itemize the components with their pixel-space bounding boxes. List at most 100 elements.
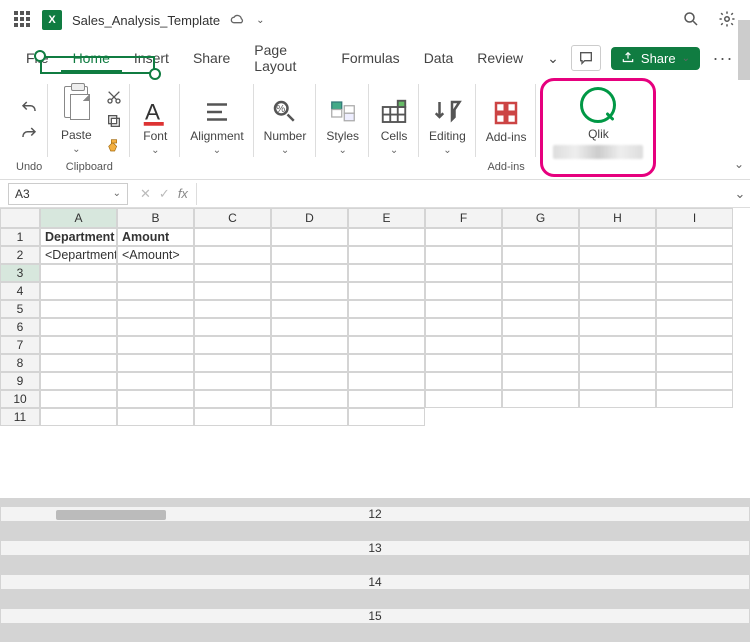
horizontal-scrollbar[interactable] [56,509,734,521]
cell[interactable] [40,318,117,336]
col-header-F[interactable]: F [425,208,502,228]
cell[interactable] [656,282,733,300]
cell[interactable] [271,246,348,264]
editing-dropdown[interactable]: Editing ⌄ [425,95,470,158]
format-painter-button[interactable] [104,135,124,155]
menu-data[interactable]: Data [412,44,466,72]
cell[interactable] [579,354,656,372]
formula-expand-button[interactable]: ⌄ [730,186,750,202]
cell[interactable] [271,300,348,318]
qlik-addin-highlight[interactable]: Qlik [540,78,656,177]
cell[interactable] [348,264,425,282]
cell[interactable] [502,318,579,336]
cell[interactable] [271,282,348,300]
cell[interactable] [656,354,733,372]
row-header-4[interactable]: 4 [0,282,40,300]
cell[interactable] [425,390,502,408]
col-header-H[interactable]: H [579,208,656,228]
number-dropdown[interactable]: % Number ⌄ [260,95,311,158]
cell[interactable] [194,246,271,264]
cell[interactable] [348,228,425,246]
cell-A1[interactable]: Department [40,228,117,246]
row-header-2[interactable]: 2 [0,246,40,264]
saved-cloud-icon[interactable] [230,12,246,28]
cell[interactable] [194,390,271,408]
select-all-corner[interactable] [0,208,40,228]
cell[interactable] [117,336,194,354]
cell[interactable] [425,336,502,354]
cell[interactable] [271,408,348,426]
col-header-G[interactable]: G [502,208,579,228]
cell[interactable] [194,264,271,282]
cell[interactable] [425,372,502,390]
cell[interactable] [425,300,502,318]
cell[interactable] [194,282,271,300]
cell[interactable] [425,246,502,264]
cell[interactable] [579,318,656,336]
cell[interactable] [656,264,733,282]
cell[interactable] [348,408,425,426]
menu-home[interactable]: Home [61,44,122,72]
cell[interactable] [579,264,656,282]
cell[interactable] [425,354,502,372]
cell-B1[interactable]: Amount [117,228,194,246]
cell[interactable] [40,336,117,354]
col-header-B[interactable]: B [117,208,194,228]
row-header-13[interactable]: 13 [0,540,750,556]
cells-dropdown[interactable]: Cells ⌄ [375,95,413,158]
cell[interactable] [194,300,271,318]
cell[interactable] [502,390,579,408]
row-header-14[interactable]: 14 [0,574,750,590]
cell[interactable] [271,372,348,390]
row-header-15[interactable]: 15 [0,608,750,624]
cell[interactable] [656,390,733,408]
share-button[interactable]: Share ⌄ [611,47,700,70]
name-box[interactable]: A3 ⌄ [8,183,128,205]
fx-label[interactable]: fx [178,186,188,201]
cell[interactable] [348,246,425,264]
cell[interactable] [271,354,348,372]
cell[interactable] [194,336,271,354]
cell[interactable] [348,282,425,300]
cell[interactable] [117,300,194,318]
cell[interactable] [502,300,579,318]
cell[interactable] [579,372,656,390]
font-dropdown[interactable]: A Font ⌄ [136,95,174,158]
search-icon[interactable] [682,10,700,31]
cell[interactable] [40,282,117,300]
more-options-button[interactable]: ··· [710,48,736,69]
cell[interactable] [117,264,194,282]
scrollbar-thumb[interactable] [56,510,166,520]
cell[interactable] [502,282,579,300]
comments-button[interactable] [571,45,601,71]
title-chevron-icon[interactable]: ⌄ [256,15,264,26]
document-name[interactable]: Sales_Analysis_Template [72,13,220,28]
cell[interactable] [656,336,733,354]
cell[interactable] [117,372,194,390]
menu-overflow[interactable]: ⌄ [535,44,571,73]
cell[interactable] [194,408,271,426]
cell[interactable] [348,336,425,354]
cell[interactable] [40,390,117,408]
cell[interactable] [502,264,579,282]
cell[interactable] [502,372,579,390]
row-header-10[interactable]: 10 [0,390,40,408]
cell[interactable] [502,246,579,264]
cell[interactable] [502,354,579,372]
alignment-dropdown[interactable]: Alignment ⌄ [186,95,247,158]
menu-share[interactable]: Share [181,44,242,72]
cell[interactable] [194,228,271,246]
cell[interactable] [579,300,656,318]
col-header-A[interactable]: A [40,208,117,228]
cell[interactable] [579,228,656,246]
cell[interactable] [502,228,579,246]
addins-button[interactable]: Add-ins [482,96,531,146]
cell[interactable] [425,318,502,336]
cell[interactable] [348,372,425,390]
cell[interactable] [656,246,733,264]
menu-review[interactable]: Review [465,44,535,72]
cell[interactable] [656,318,733,336]
app-launcher-icon[interactable] [14,11,32,29]
row-header-6[interactable]: 6 [0,318,40,336]
cell[interactable] [348,354,425,372]
